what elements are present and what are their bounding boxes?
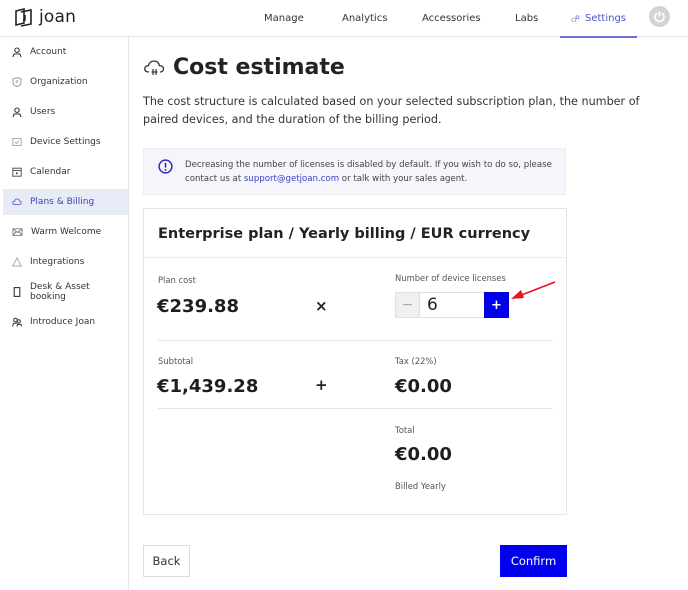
page-title: Cost estimate [173, 55, 345, 80]
nav-label: Accessories [422, 13, 481, 24]
plan-cost-value: €239.88 [157, 296, 239, 317]
nav-label: Analytics [342, 13, 388, 24]
total-value: €0.00 [395, 444, 452, 465]
back-button[interactable]: Back [143, 545, 190, 577]
sidebar-item-introduce-joan[interactable]: Introduce Joan [3, 309, 128, 335]
phone-icon [13, 287, 21, 297]
tax-label: Tax (22%) [395, 356, 437, 366]
nav-label: Settings [584, 13, 626, 24]
calendar-icon [12, 167, 22, 177]
sidebar-item-label: Plans & Billing [30, 197, 95, 207]
sidebar-item-label: Users [30, 107, 56, 117]
sidebar-item-label: Organization [30, 77, 88, 87]
plan-summary-title: Enterprise plan / Yearly billing / EUR c… [158, 226, 531, 242]
page-description: The cost structure is calculated based o… [143, 95, 640, 126]
sidebar-item-device-settings[interactable]: Device Settings [3, 129, 128, 155]
annotation-arrow-icon [511, 281, 556, 299]
sidebar-item-label: Introduce Joan [30, 317, 96, 327]
sidebar-item-plans-billing[interactable]: Plans & Billing [3, 189, 128, 215]
subtotal-label: Subtotal [158, 356, 194, 366]
increase-licenses-button[interactable]: + [484, 292, 509, 318]
confirm-button[interactable]: Confirm [500, 545, 567, 577]
logo-text: joan [39, 7, 77, 27]
multiply-operator: × [315, 297, 328, 315]
total-label: Total [395, 425, 415, 435]
user-icon [12, 47, 22, 57]
tax-value: €0.00 [395, 376, 452, 397]
logo[interactable]: joan [14, 7, 76, 27]
info-text: Decreasing the number of licenses is dis… [185, 158, 560, 186]
envelope-icon [12, 228, 23, 236]
nav-labs[interactable]: Labs [510, 0, 538, 37]
triangle-icon [12, 257, 22, 267]
nav-analytics[interactable]: Analytics [337, 0, 387, 37]
license-stepper: − + [395, 292, 509, 318]
nav-label: Manage [264, 13, 304, 24]
shield-icon [12, 77, 22, 87]
plan-cost-label: Plan cost [158, 275, 196, 285]
top-bar: joan Manage Analytics Accessories Labs S… [0, 0, 688, 38]
sidebar-item-label: Device Settings [30, 137, 101, 147]
exclamation-circle-icon [158, 159, 173, 174]
sidebar-item-organization[interactable]: Organization [3, 69, 128, 95]
plus-operator: + [315, 376, 328, 394]
sidebar-item-label: Integrations [30, 257, 85, 267]
divider [158, 408, 553, 409]
cost-card: Enterprise plan / Yearly billing / EUR c… [143, 208, 567, 515]
sidebar-item-desk-asset-booking[interactable]: Desk & Asset booking [3, 279, 128, 305]
licenses-input[interactable] [420, 292, 484, 318]
info-text-part: or talk with your sales agent. [339, 174, 468, 184]
power-icon [654, 11, 665, 23]
card-header: Enterprise plan / Yearly billing / EUR c… [144, 209, 566, 258]
sidebar-item-calendar[interactable]: Calendar [3, 159, 128, 185]
subtotal-value: €1,439.28 [157, 376, 259, 397]
page-header: Cost estimate [143, 55, 345, 80]
gears-icon [571, 14, 580, 22]
nav-manage[interactable]: Manage [259, 0, 304, 37]
support-email-link[interactable]: support@getjoan.com [244, 174, 339, 184]
power-button[interactable] [649, 6, 670, 27]
decrease-licenses-button[interactable]: − [395, 292, 420, 318]
nav-accessories[interactable]: Accessories [417, 0, 481, 37]
sidebar-item-integrations[interactable]: Integrations [3, 249, 128, 275]
cloud-billing-icon [144, 59, 165, 75]
sidebar: Account Organization Users Device Settin… [0, 37, 129, 590]
joan-logo-icon [15, 7, 32, 27]
nav-settings[interactable]: Settings [560, 0, 637, 38]
info-banner: Decreasing the number of licenses is dis… [143, 148, 566, 195]
sidebar-item-label: Account [30, 47, 67, 57]
sidebar-item-account[interactable]: Account [3, 39, 128, 65]
licenses-label: Number of device licenses [395, 273, 506, 283]
sidebar-item-label: Warm Welcome [31, 227, 102, 237]
billing-note: Billed Yearly [395, 481, 446, 491]
divider [158, 340, 553, 341]
nav-label: Labs [515, 13, 539, 24]
users-icon [12, 317, 22, 327]
sidebar-item-warm-welcome[interactable]: Warm Welcome [3, 219, 128, 245]
sidebar-item-label: Calendar [30, 167, 71, 177]
sidebar-item-users[interactable]: Users [3, 99, 128, 125]
user-icon [12, 107, 22, 117]
device-icon [12, 138, 22, 146]
sidebar-item-label: Desk & Asset booking [30, 282, 90, 302]
cloud-icon [12, 198, 22, 205]
